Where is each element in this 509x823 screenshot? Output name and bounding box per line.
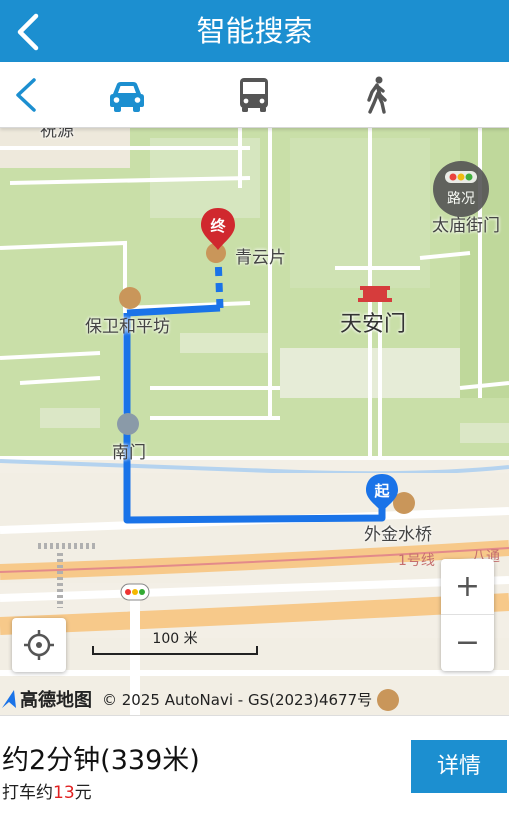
start-marker-label: 起 bbox=[374, 482, 390, 500]
scale-bar-icon bbox=[92, 646, 258, 655]
map-attribution: 高德地图 © 2025 AutoNavi - GS(2023)4677号 bbox=[0, 686, 372, 712]
taxi-prefix: 打车约 bbox=[2, 783, 53, 803]
end-marker-label: 终 bbox=[210, 217, 226, 235]
taxi-fare-value: 13 bbox=[53, 783, 75, 803]
travel-mode-bar bbox=[0, 62, 509, 128]
traffic-toggle-label: 路况 bbox=[447, 191, 475, 207]
traffic-light-icon bbox=[445, 171, 477, 183]
bus-icon[interactable] bbox=[231, 72, 277, 118]
taxi-suffix: 元 bbox=[74, 783, 92, 803]
crosshair-icon bbox=[24, 630, 54, 660]
map-label-tiananmen: 天安门 bbox=[340, 312, 407, 337]
amap-logo-icon bbox=[2, 690, 16, 708]
traffic-toggle-button[interactable]: 路况 bbox=[433, 161, 489, 217]
map-label-road-1: 1号线 bbox=[398, 553, 435, 569]
map-label-qingyunpian: 青云片 bbox=[235, 248, 286, 268]
detail-button[interactable]: 详情 bbox=[411, 740, 507, 793]
zoom-in-button[interactable]: + bbox=[441, 559, 494, 615]
title-bar: 智能搜索 bbox=[0, 0, 509, 62]
map-label-nanmen: 南门 bbox=[112, 443, 146, 463]
map-label-top-partial: 祝源 bbox=[40, 128, 74, 141]
taxi-fare-text: 打车约13元 bbox=[2, 778, 92, 803]
zoom-out-button[interactable]: − bbox=[441, 615, 494, 671]
chevron-left-icon[interactable] bbox=[4, 72, 50, 118]
route-duration: 约2分钟(339米) bbox=[2, 745, 200, 776]
walk-icon[interactable] bbox=[354, 72, 400, 118]
map-scale: 100 米 bbox=[91, 628, 259, 656]
locate-button[interactable] bbox=[12, 618, 66, 672]
zoom-control: + − bbox=[441, 559, 494, 671]
car-icon[interactable] bbox=[104, 72, 150, 118]
map-view[interactable]: 祝源 青云片 保卫和平坊 天安门 太庙街门 南门 外金水桥 1号线 八通 终 起… bbox=[0, 128, 509, 715]
page-title: 智能搜索 bbox=[196, 14, 313, 48]
map-label-waijinshuiqiao: 外金水桥 bbox=[364, 525, 432, 545]
route-summary-panel: 约2分钟(339米) 打车约13元 详情 bbox=[0, 715, 509, 823]
brand-name: 高德地图 bbox=[20, 690, 92, 711]
copyright-text: © 2025 AutoNavi - GS(2023)4677号 bbox=[102, 690, 373, 709]
map-label-baowei: 保卫和平坊 bbox=[85, 317, 170, 337]
